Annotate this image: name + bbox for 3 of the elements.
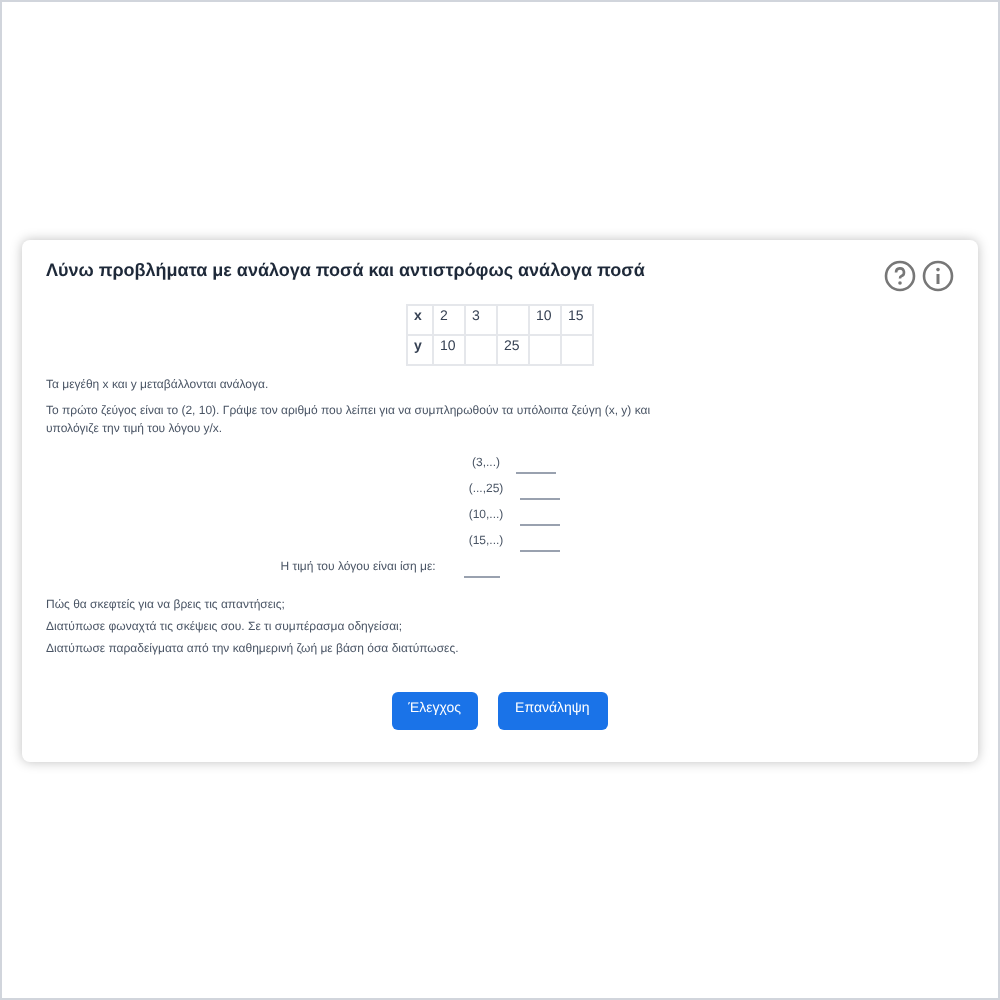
help-icon[interactable] [884, 259, 916, 291]
info-icon[interactable] [922, 259, 954, 291]
exercise-title: Λύνω προβλήματα με ανάλογα ποσά και αντιστρόφως ανάλογα ποσά [46, 259, 646, 281]
